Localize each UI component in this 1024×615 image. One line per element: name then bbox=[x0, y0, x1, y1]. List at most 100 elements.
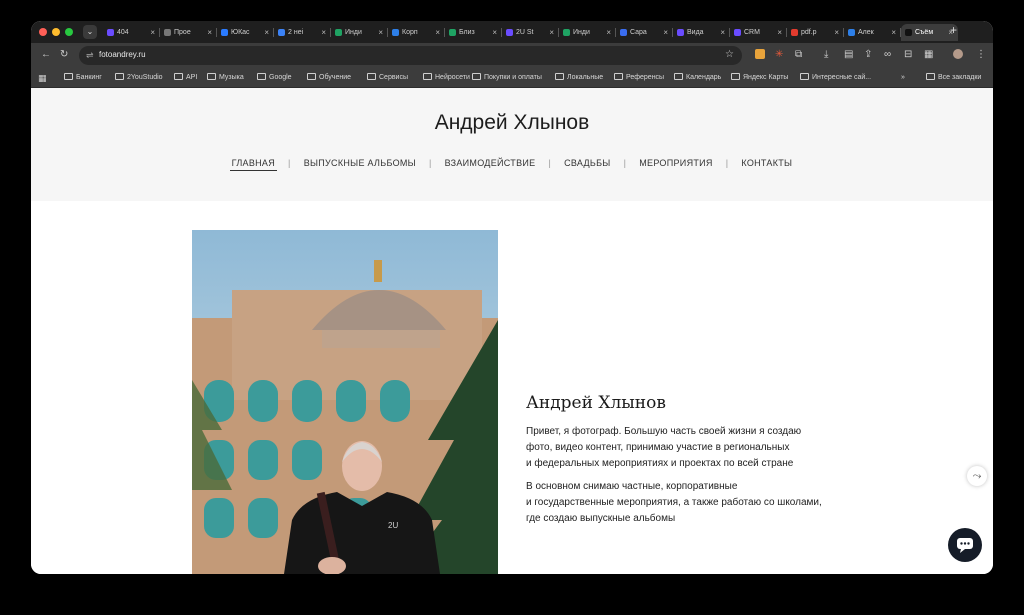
tab-label: 2U St bbox=[516, 29, 534, 36]
bookmark-item[interactable]: Яндекс Карты bbox=[731, 72, 788, 84]
chat-widget-button[interactable] bbox=[948, 528, 982, 562]
browser-window: ⌄ 404 × Прое × ЮКас × 2 неі × Инди × Корп × Близ × 2U … bbox=[31, 21, 993, 574]
extension-icon[interactable] bbox=[755, 49, 765, 59]
bookmark-item[interactable]: Обучение bbox=[307, 72, 351, 84]
browser-tab[interactable]: Сара × bbox=[616, 24, 673, 41]
browser-tab[interactable]: Прое × bbox=[160, 24, 217, 41]
tab-label: Прое bbox=[174, 29, 191, 36]
address-bar[interactable]: ⇌ fotoandrey.ru ☆ bbox=[79, 46, 742, 65]
all-bookmarks[interactable]: Все закладки bbox=[926, 72, 981, 84]
back-arrow-icon[interactable]: ← bbox=[41, 49, 51, 61]
tab-label: pdf.p bbox=[801, 29, 817, 36]
portrait-illustration: 2U bbox=[192, 230, 498, 574]
tab-close-icon[interactable]: × bbox=[150, 24, 155, 41]
bookmark-item[interactable]: Локальные bbox=[555, 72, 603, 84]
bookmark-item[interactable]: Сервисы bbox=[367, 72, 408, 84]
browser-tab[interactable]: ЮКас × bbox=[217, 24, 274, 41]
nav-item[interactable]: КОНТАКТЫ bbox=[739, 158, 794, 168]
bookmark-item[interactable]: Google bbox=[257, 72, 292, 84]
bookmark-item[interactable]: 2YouStudio bbox=[115, 72, 163, 84]
close-window-button[interactable] bbox=[39, 28, 47, 36]
minimize-window-button[interactable] bbox=[52, 28, 60, 36]
bookmark-label: Банкинг bbox=[76, 74, 102, 81]
extensions-puzzle-icon[interactable]: ⧉ bbox=[795, 49, 802, 61]
tab-close-icon[interactable]: × bbox=[435, 24, 440, 41]
browser-tab[interactable]: Близ × bbox=[445, 24, 502, 41]
tab-label: Алек bbox=[858, 29, 874, 36]
bookmark-item[interactable]: Покупки и оплаты bbox=[472, 72, 542, 84]
apps-grid-icon[interactable]: ▦ bbox=[38, 72, 47, 84]
bookmark-item[interactable]: Интересные сай... bbox=[800, 72, 871, 84]
tab-close-icon[interactable]: × bbox=[492, 24, 497, 41]
bookmark-label: Календарь bbox=[686, 74, 722, 81]
bookmark-label: Яндекс Карты bbox=[743, 74, 789, 81]
browser-tab[interactable]: 2U St × bbox=[502, 24, 559, 41]
profile-avatar[interactable] bbox=[953, 49, 963, 59]
tab-close-icon[interactable]: × bbox=[321, 24, 326, 41]
nav-item[interactable]: МЕРОПРИЯТИЯ bbox=[637, 158, 715, 168]
tab-close-icon[interactable]: × bbox=[720, 24, 725, 41]
tab-search-icon[interactable]: ⌄ bbox=[83, 25, 97, 39]
browser-tab[interactable]: 2 неі × bbox=[274, 24, 331, 41]
download-icon[interactable]: ⤓ bbox=[824, 49, 828, 61]
menu-dots-icon[interactable]: ⋮ bbox=[976, 49, 986, 61]
chat-bubble-icon bbox=[957, 538, 973, 553]
url-text: fotoandrey.ru bbox=[99, 50, 146, 59]
tab-label: Близ bbox=[459, 29, 475, 36]
browser-tab[interactable]: Инди × bbox=[331, 24, 388, 41]
tab-favicon-icon bbox=[392, 29, 399, 36]
tab-close-icon[interactable]: × bbox=[606, 24, 611, 41]
bookmark-item[interactable]: API bbox=[174, 72, 197, 84]
browser-tab[interactable]: CRM × bbox=[730, 24, 787, 41]
bookmark-item[interactable]: Музыка bbox=[207, 72, 244, 84]
bio-line: В основном снимаю частные, корпоративные bbox=[526, 481, 738, 492]
tab-label: Инди bbox=[345, 29, 362, 36]
bookmark-item[interactable]: Банкинг bbox=[64, 72, 102, 84]
save-page-icon[interactable]: ▤ bbox=[844, 49, 853, 61]
share-icon[interactable]: ⇪ bbox=[864, 49, 872, 61]
nav-item[interactable]: ГЛАВНАЯ bbox=[229, 158, 278, 171]
browser-tab[interactable]: Вида × bbox=[673, 24, 730, 41]
tab-close-icon[interactable]: × bbox=[891, 24, 896, 41]
new-tab-button[interactable]: + bbox=[950, 23, 957, 37]
browser-tab[interactable]: Корп × bbox=[388, 24, 445, 41]
bookmark-star-icon[interactable]: ☆ bbox=[725, 49, 734, 60]
browser-tab[interactable]: pdf.p × bbox=[787, 24, 844, 41]
extension-asterisk-icon[interactable]: ✳ bbox=[775, 49, 783, 61]
browser-tab[interactable]: Алек × bbox=[844, 24, 901, 41]
tab-close-icon[interactable]: × bbox=[834, 24, 839, 41]
tab-favicon-icon bbox=[107, 29, 114, 36]
tab-close-icon[interactable]: × bbox=[777, 24, 782, 41]
folder-icon bbox=[614, 73, 623, 80]
maximize-window-button[interactable] bbox=[65, 28, 73, 36]
browser-tab[interactable]: Инди × bbox=[559, 24, 616, 41]
reload-icon[interactable]: ↻ bbox=[60, 49, 68, 61]
tab-favicon-icon bbox=[791, 29, 798, 36]
tab-close-icon[interactable]: × bbox=[378, 24, 383, 41]
nav-item[interactable]: ВЫПУСКНЫЕ АЛЬБОМЫ bbox=[302, 158, 418, 168]
tab-close-icon[interactable]: × bbox=[264, 24, 269, 41]
tab-close-icon[interactable]: × bbox=[663, 24, 668, 41]
site-info-icon[interactable]: ⇌ bbox=[86, 50, 94, 61]
folder-icon bbox=[800, 73, 809, 80]
folder-icon bbox=[926, 73, 935, 80]
tab-close-icon[interactable]: × bbox=[207, 24, 212, 41]
bookmark-item[interactable]: Календарь bbox=[674, 72, 721, 84]
browser-tab[interactable]: 404 × bbox=[103, 24, 160, 41]
share-button[interactable]: ⤳ bbox=[967, 466, 987, 486]
nav-item[interactable]: ВЗАИМОДЕЙСТВИЕ bbox=[443, 158, 538, 168]
tab-label: 404 bbox=[117, 29, 129, 36]
cast-icon[interactable]: ⊟ bbox=[904, 49, 912, 61]
tab-close-icon[interactable]: × bbox=[549, 24, 554, 41]
tab-favicon-icon bbox=[848, 29, 855, 36]
bookmark-label: Референсы bbox=[626, 74, 665, 81]
bookmark-item[interactable]: Нейросети bbox=[423, 72, 470, 84]
qr-icon[interactable]: ▦ bbox=[924, 49, 933, 61]
nav-item[interactable]: СВАДЬБЫ bbox=[562, 158, 612, 168]
bookmarks-overflow-icon[interactable]: » bbox=[901, 72, 905, 84]
web-page: Андрей Хлынов ГЛАВНАЯ | ВЫПУСКНЫЕ АЛЬБОМЫ |… bbox=[31, 88, 993, 574]
tab-favicon-icon bbox=[677, 29, 684, 36]
link-icon[interactable]: ∞ bbox=[884, 49, 891, 61]
bookmark-item[interactable]: Референсы bbox=[614, 72, 664, 84]
site-title[interactable]: Андрей Хлынов bbox=[31, 111, 993, 135]
